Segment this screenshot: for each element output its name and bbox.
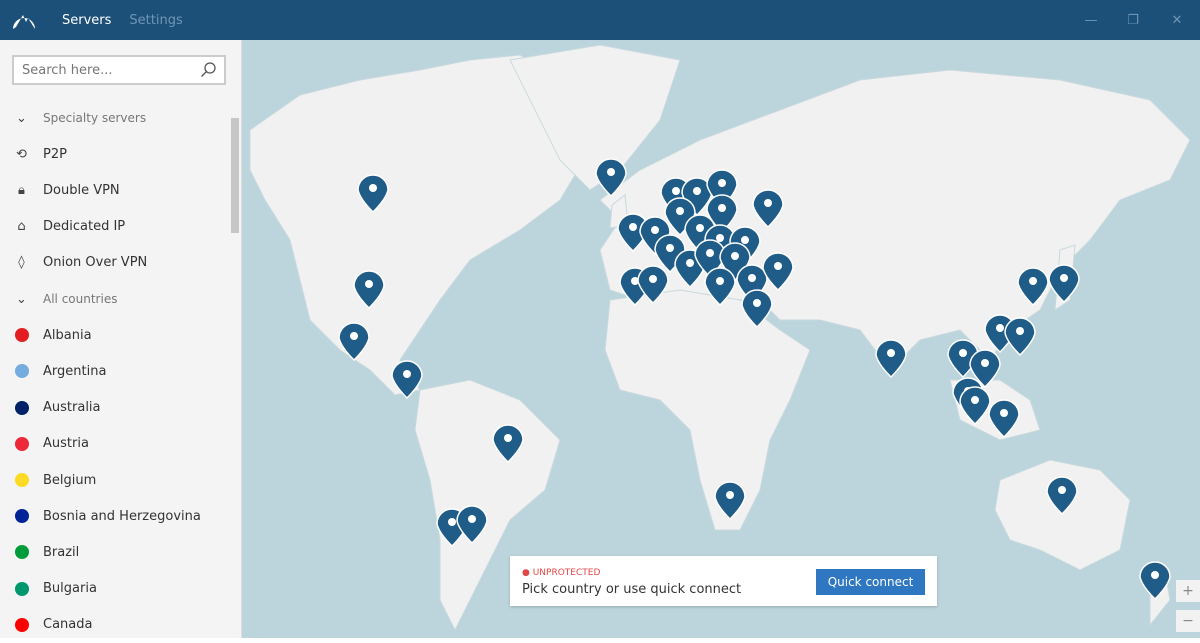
flag-icon [0, 436, 43, 451]
tab-servers[interactable]: Servers [62, 13, 111, 28]
status-panel: ● UNPROTECTED Pick country or use quick … [510, 556, 937, 606]
zoom-out-button[interactable]: − [1176, 610, 1200, 632]
quick-connect-button[interactable]: Quick connect [816, 569, 925, 595]
item-label: Belgium [43, 472, 97, 488]
item-label: Dedicated IP [43, 219, 126, 235]
home-icon: ⌂ [17, 219, 26, 235]
item-label: Onion Over VPN [43, 255, 148, 271]
p2p-icon: ⟲ [16, 146, 27, 162]
item-label: P2P [43, 146, 67, 162]
onion-icon: ◊ [18, 255, 25, 271]
zoom-in-button[interactable]: + [1176, 580, 1200, 602]
country-australia[interactable]: Australia [0, 390, 228, 426]
country-bosnia-and-herzegovina[interactable]: Bosnia and Herzegovina [0, 498, 228, 534]
specialty-servers-header[interactable]: ⌄ Specialty servers [0, 100, 228, 136]
scrollbar[interactable] [231, 118, 239, 233]
item-label: Brazil [43, 544, 80, 560]
africa [604, 289, 811, 531]
item-label: Bosnia and Herzegovina [43, 508, 201, 524]
flag-icon [0, 581, 43, 596]
item-label: Bulgaria [43, 581, 97, 597]
server-pin[interactable] [1004, 317, 1036, 357]
sidebar-item-double-vpn[interactable]: 🔒︎ Double VPN [0, 172, 228, 208]
country-brazil[interactable]: Brazil [0, 534, 228, 570]
country-albania[interactable]: Albania [0, 317, 228, 353]
close-icon[interactable]: ✕ [1154, 0, 1200, 40]
server-pin[interactable] [1048, 264, 1080, 304]
sidebar-item-p2p[interactable]: ⟲ P2P [0, 136, 228, 172]
country-bulgaria[interactable]: Bulgaria [0, 571, 228, 607]
item-label: Specialty servers [43, 111, 147, 125]
continents [249, 44, 1191, 632]
server-pin[interactable] [875, 339, 907, 379]
item-label: Double VPN [43, 182, 120, 198]
country-austria[interactable]: Austria [0, 426, 228, 462]
chevron-down-icon: ⌄ [16, 110, 27, 126]
restore-icon[interactable]: ❐ [1110, 0, 1156, 40]
sidebar-item-dedicated-ip[interactable]: ⌂ Dedicated IP [0, 209, 228, 245]
item-label: All countries [43, 292, 118, 306]
flag-icon [0, 364, 43, 379]
item-label: Austria [43, 436, 89, 452]
connection-status: ● UNPROTECTED [522, 568, 601, 578]
minimize-icon[interactable]: — [1068, 0, 1114, 40]
title-bar: Servers Settings — ❐ ✕ [0, 0, 1200, 40]
all-countries-header[interactable]: ⌄ All countries [0, 281, 228, 317]
flag-icon [0, 509, 43, 524]
sidebar-item-onion-over-vpn[interactable]: ◊ Onion Over VPN [0, 245, 228, 281]
flag-icon [0, 400, 43, 415]
country-argentina[interactable]: Argentina [0, 353, 228, 389]
item-label: Albania [43, 327, 92, 343]
item-label: Canada [43, 617, 93, 633]
item-label: Argentina [43, 363, 107, 379]
item-label: Australia [43, 400, 101, 416]
flag-icon [0, 617, 43, 632]
country-canada[interactable]: Canada [0, 607, 228, 643]
search-box[interactable] [12, 55, 226, 85]
chevron-down-icon: ⌄ [16, 291, 27, 307]
flag-icon [0, 545, 43, 560]
status-text: UNPROTECTED [532, 568, 601, 578]
sidebar: ⌄ Specialty servers ⟲ P2P 🔒︎ Double VPN ⌂ Dedic… [0, 40, 242, 638]
nordvpn-logo-icon [4, 0, 44, 40]
tab-settings[interactable]: Settings [129, 13, 182, 28]
country-belgium[interactable]: Belgium [0, 462, 228, 498]
status-message: Pick country or use quick connect [522, 582, 742, 597]
search-icon[interactable] [200, 62, 216, 78]
flag-icon [0, 328, 43, 343]
world-map[interactable]: + − [242, 40, 1200, 638]
search-input[interactable] [22, 62, 200, 78]
lock-icon: 🔒︎ [18, 182, 25, 198]
flag-icon [0, 473, 43, 487]
